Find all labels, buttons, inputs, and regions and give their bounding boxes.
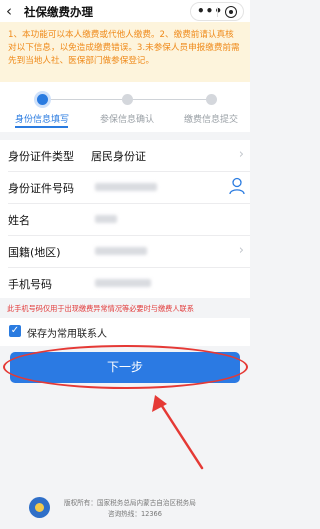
step-dot-1 <box>37 94 48 105</box>
page-title: 社保缴费办理 <box>24 5 93 19</box>
capsule-divider <box>217 7 218 17</box>
name-label: 姓名 <box>8 214 30 227</box>
step-label-identity: 身份信息填写 <box>14 115 69 125</box>
save-contact-label: 保存为常用联系人 <box>27 329 107 340</box>
nationality-value-blurred <box>95 247 147 255</box>
id-number-field[interactable]: 身份证件号码 <box>0 172 250 203</box>
miniapp-capsule: ••• <box>190 2 244 21</box>
nationality-select[interactable]: 国籍(地区) › <box>0 236 250 267</box>
phone-label: 手机号码 <box>8 278 52 291</box>
phone-usage-warning: 此手机号码仅用于出现缴费异常情况等必要时与缴费人联系 <box>7 304 194 313</box>
annotation-ellipse <box>3 345 248 389</box>
chevron-right-icon: › <box>238 147 244 162</box>
step-label-payment: 缴费信息提交 <box>183 115 238 125</box>
checkbox-checked-icon[interactable]: ✓ <box>9 325 21 337</box>
nationality-label: 国籍(地区) <box>8 246 61 259</box>
id-type-value: 居民身份证 <box>91 150 146 163</box>
step-track-1 <box>47 99 128 100</box>
close-miniapp-icon[interactable] <box>225 6 237 18</box>
footer: 版权所有：国家税务总局内蒙古自治区税务局 咨询热线：12366 <box>0 493 250 529</box>
footer-hotline: 咨询热线：12366 <box>108 510 162 518</box>
id-number-value-blurred <box>95 183 157 191</box>
id-type-label: 身份证件类型 <box>8 150 74 163</box>
title-bar: ‹ 社保缴费办理 ••• <box>0 0 250 22</box>
name-field[interactable]: 姓名 <box>0 204 250 235</box>
step-label-insurance: 参保信息确认 <box>99 115 154 125</box>
phone-value-blurred <box>95 279 151 287</box>
chevron-right-icon: › <box>238 243 244 258</box>
step-dot-3 <box>206 94 217 105</box>
phone-field[interactable]: 手机号码 <box>0 268 250 299</box>
id-type-select[interactable]: 身份证件类型 居民身份证 › <box>0 140 250 171</box>
identity-form: 身份证件类型 居民身份证 › 身份证件号码 姓名 国籍(地区) › 手机号码 <box>0 140 250 298</box>
back-arrow-icon[interactable]: ‹ <box>6 2 20 20</box>
progress-steps: 身份信息填写 参保信息确认 缴费信息提交 <box>0 82 250 132</box>
notice-banner: 1、本功能可以本人缴费或代他人缴费。2、缴费前请认真核对以下信息，以免造成缴费错… <box>0 22 250 82</box>
save-contact-row[interactable]: ✓ 保存为常用联系人 <box>0 318 250 346</box>
step-track-2 <box>132 99 210 100</box>
more-menu-icon[interactable]: ••• <box>197 4 223 19</box>
step-dot-2 <box>122 94 133 105</box>
tax-emblem-icon <box>29 497 50 518</box>
active-step-underline <box>15 126 68 128</box>
name-value-blurred <box>95 215 117 223</box>
id-number-label: 身份证件号码 <box>8 182 74 195</box>
footer-copyright: 版权所有：国家税务总局内蒙古自治区税务局 <box>64 499 196 507</box>
person-contact-icon[interactable] <box>229 177 245 195</box>
